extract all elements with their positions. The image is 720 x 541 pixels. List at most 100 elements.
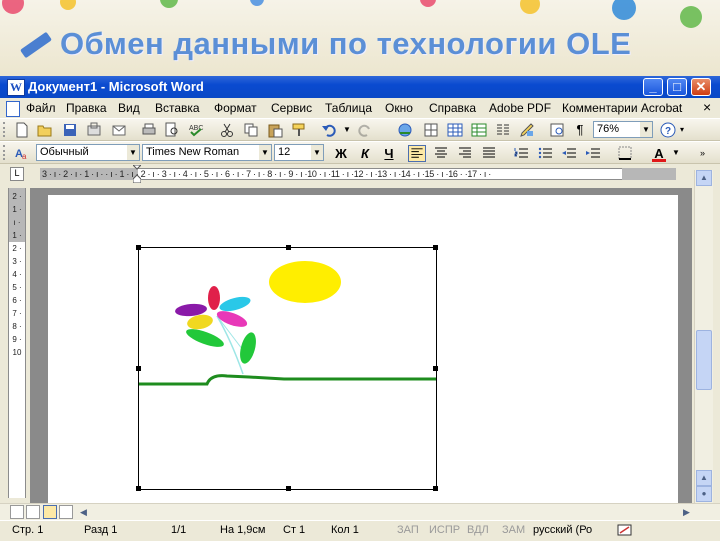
email-icon[interactable] (111, 122, 127, 138)
copy-icon[interactable] (243, 122, 259, 138)
menu-adobe-pdf[interactable]: Adobe PDF (489, 101, 551, 115)
scroll-up-icon[interactable]: ▲ (696, 170, 712, 186)
minimize-button[interactable]: _ (643, 78, 663, 96)
undo-icon[interactable] (321, 122, 337, 138)
bullets-button[interactable] (536, 145, 554, 162)
chevron-down-icon[interactable]: ▼ (640, 122, 652, 137)
status-trk[interactable]: ИСПР (429, 524, 460, 536)
status-ovr[interactable]: ЗАМ (502, 524, 525, 536)
help-icon[interactable]: ? (660, 122, 676, 138)
align-left-button[interactable] (408, 145, 426, 162)
insert-excel-icon[interactable] (471, 122, 487, 138)
word-app-icon[interactable]: W (7, 79, 25, 96)
resize-handle[interactable] (286, 245, 291, 250)
borders-button[interactable] (616, 145, 634, 162)
menu-window[interactable]: Окно (385, 101, 413, 115)
decrease-indent-button[interactable] (560, 145, 578, 162)
menu-table[interactable]: Таблица (325, 101, 372, 115)
undo-dropdown-icon[interactable]: ▼ (343, 122, 351, 138)
resize-handle[interactable] (433, 366, 438, 371)
resize-handle[interactable] (136, 486, 141, 491)
chevron-down-icon[interactable]: ▼ (672, 145, 680, 161)
chevron-down-icon[interactable]: ▼ (259, 145, 271, 160)
styles-pane-icon[interactable]: Aa (14, 145, 30, 161)
print-layout-button[interactable] (43, 505, 57, 519)
horizontal-ruler[interactable]: L 3 · ı · 2 · ı · 1 · ı · · ı · 1 · ı · … (0, 164, 720, 184)
indent-marker[interactable] (131, 164, 143, 184)
save-icon[interactable] (62, 122, 78, 138)
italic-button[interactable]: К (356, 145, 374, 162)
open-icon[interactable] (37, 122, 53, 138)
increase-indent-button[interactable] (584, 145, 602, 162)
spelling-status-icon[interactable] (617, 524, 633, 537)
redo-icon[interactable] (357, 122, 373, 138)
bold-button[interactable]: Ж (332, 145, 350, 162)
scroll-right-icon[interactable]: ▶ (683, 507, 690, 518)
tables-borders-icon[interactable] (423, 122, 439, 138)
document-map-icon[interactable] (549, 122, 565, 138)
chevron-down-icon[interactable]: ▼ (311, 145, 323, 160)
numbering-button[interactable] (512, 145, 530, 162)
menu-format[interactable]: Формат (214, 101, 257, 115)
font-color-button[interactable]: A (650, 145, 668, 162)
toolbar-grip[interactable] (3, 145, 8, 160)
toolbar-options-icon[interactable]: » (700, 145, 708, 161)
tab-selector[interactable]: L (10, 167, 24, 181)
format-painter-icon[interactable] (291, 122, 307, 138)
font-size-select[interactable]: 12 ▼ (274, 144, 324, 161)
scroll-thumb[interactable] (696, 330, 712, 390)
toolbar-options-icon[interactable]: ▾ (680, 122, 688, 138)
vertical-scrollbar[interactable]: ▲ ▲ ● (694, 170, 713, 503)
menu-acrobat-comments[interactable]: Комментарии Acrobat (562, 101, 682, 115)
resize-handle[interactable] (433, 486, 438, 491)
menu-tools[interactable]: Сервис (271, 101, 312, 115)
justify-button[interactable] (480, 145, 498, 162)
print-icon[interactable] (141, 122, 157, 138)
resize-handle[interactable] (136, 245, 141, 250)
embedded-paint-object[interactable] (136, 245, 438, 491)
window-title: Документ1 - Microsoft Word (28, 79, 204, 94)
previous-page-icon[interactable]: ▲ (696, 470, 712, 486)
align-center-button[interactable] (432, 145, 450, 162)
menu-file[interactable]: Файл (26, 101, 56, 115)
reading-layout-button[interactable] (59, 505, 73, 519)
scroll-left-icon[interactable]: ◀ (80, 507, 87, 518)
columns-icon[interactable] (495, 122, 511, 138)
underline-button[interactable]: Ч (380, 145, 398, 162)
show-formatting-icon[interactable]: ¶ (572, 122, 588, 138)
document-icon[interactable] (6, 101, 20, 117)
menu-edit[interactable]: Правка (66, 101, 107, 115)
menu-insert[interactable]: Вставка (155, 101, 200, 115)
select-browse-object-icon[interactable]: ● (696, 486, 712, 502)
close-document-icon[interactable]: × (703, 99, 711, 115)
horizontal-scrollbar[interactable]: ◀ ▶ (0, 503, 720, 521)
close-button[interactable]: ✕ (691, 78, 711, 96)
resize-handle[interactable] (286, 486, 291, 491)
menu-view[interactable]: Вид (118, 101, 140, 115)
align-right-button[interactable] (456, 145, 474, 162)
toolbar-grip[interactable] (3, 122, 8, 137)
cut-icon[interactable] (219, 122, 235, 138)
spelling-icon[interactable]: ABC (188, 122, 204, 138)
menu-help[interactable]: Справка (429, 101, 476, 115)
normal-view-button[interactable] (10, 505, 24, 519)
maximize-button[interactable]: □ (667, 78, 687, 96)
paste-icon[interactable] (267, 122, 283, 138)
insert-table-icon[interactable] (447, 122, 463, 138)
status-rec[interactable]: ЗАП (397, 524, 419, 536)
style-select[interactable]: Обычный ▼ (36, 144, 140, 161)
hyperlink-icon[interactable] (397, 122, 413, 138)
status-ext[interactable]: ВДЛ (467, 524, 489, 536)
print-preview-icon[interactable] (164, 122, 180, 138)
zoom-select[interactable]: 76% ▼ (593, 121, 653, 138)
resize-handle[interactable] (136, 366, 141, 371)
title-bar[interactable]: W Документ1 - Microsoft Word _ □ ✕ (0, 76, 720, 98)
web-layout-button[interactable] (26, 505, 40, 519)
new-icon[interactable] (14, 122, 30, 138)
chevron-down-icon[interactable]: ▼ (127, 145, 139, 160)
permission-icon[interactable] (86, 122, 102, 138)
drawing-icon[interactable] (519, 122, 535, 138)
vertical-ruler[interactable]: 2 · 1 · ı · 1 · 2 · 3 · 4 · 5 · 6 · 7 · … (8, 188, 26, 498)
resize-handle[interactable] (433, 245, 438, 250)
font-select[interactable]: Times New Roman ▼ (142, 144, 272, 161)
